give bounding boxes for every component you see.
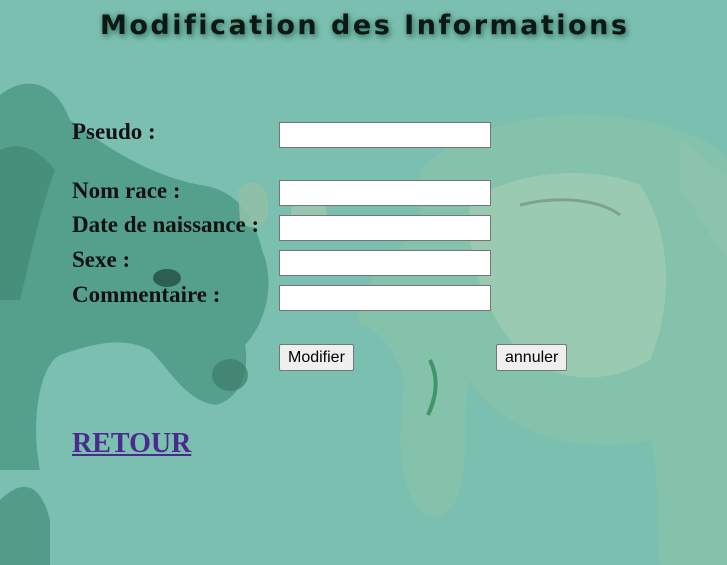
nom-race-label: Nom race :: [72, 178, 181, 203]
annuler-button[interactable]: annuler: [496, 344, 568, 371]
sexe-input[interactable]: [279, 250, 491, 276]
nom-race-input[interactable]: [279, 180, 491, 206]
commentaire-label: Commentaire :: [72, 282, 221, 307]
modifier-button[interactable]: Modifier: [279, 344, 354, 371]
sexe-label: Sexe :: [72, 247, 131, 272]
date-naissance-label: Date de naissance :: [72, 212, 260, 237]
pseudo-input[interactable]: [279, 122, 491, 148]
commentaire-input[interactable]: [279, 285, 491, 311]
pseudo-label: Pseudo :: [72, 119, 156, 144]
page-title: Modification des Informations: [100, 10, 630, 41]
retour-link[interactable]: RETOUR: [72, 428, 191, 460]
date-naissance-input[interactable]: [279, 215, 491, 241]
